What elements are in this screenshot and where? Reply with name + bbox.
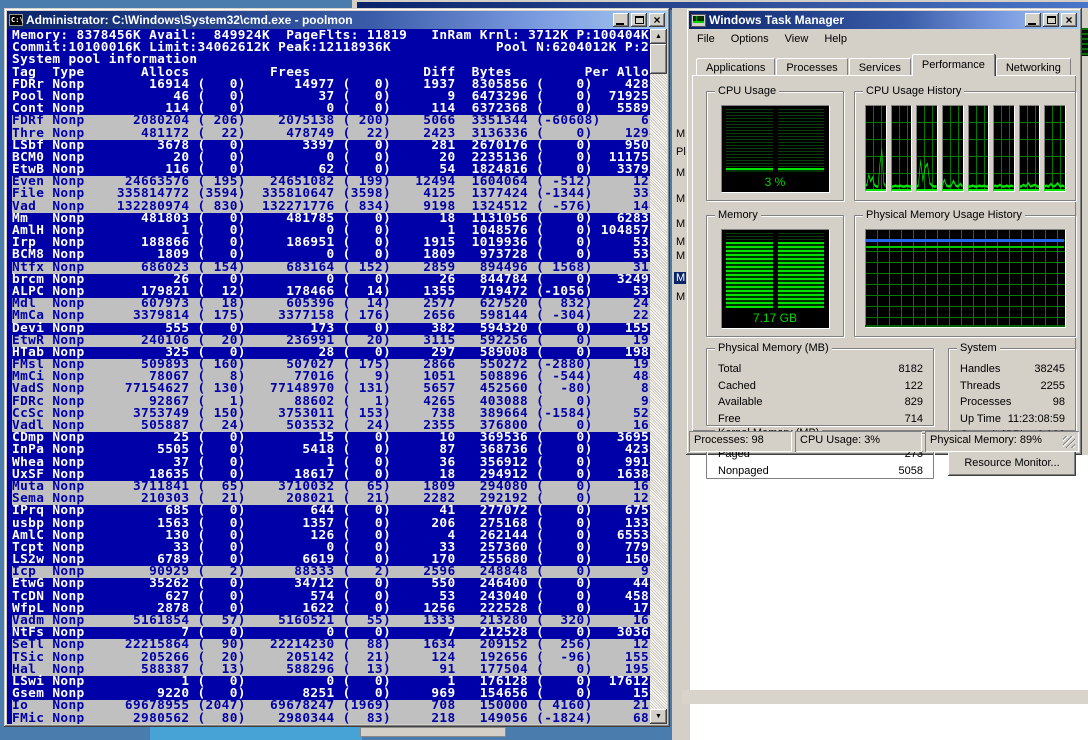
stat-row-nonpaged: Nonpaged 5058 [718, 464, 923, 477]
tab-services[interactable]: Services [848, 58, 911, 76]
cmd-window-title: Administrator: C:\Windows\System32\cmd.e… [26, 13, 353, 27]
memory-label: Memory [715, 209, 761, 221]
cmd-titlebar[interactable]: C:\ Administrator: C:\Windows\System32\c… [7, 11, 667, 29]
cmd-window: C:\ Administrator: C:\Windows\System32\c… [4, 8, 670, 727]
scrollbar-thumb[interactable] [650, 44, 667, 74]
resize-grip[interactable] [1063, 436, 1075, 448]
memory-history-group: Physical Memory Usage History [854, 209, 1076, 337]
tab-applications[interactable]: Applications [696, 58, 776, 76]
arrow-up-icon: ▲ [655, 33, 662, 40]
status-bar: Processes: 98 CPU Usage: 3% Physical Mem… [689, 428, 1079, 452]
cpu-usage-label: CPU Usage [715, 85, 780, 97]
memory-value: 7.17 GB [752, 311, 798, 325]
cmd-icon: C:\ [9, 14, 24, 26]
task-manager-titlebar[interactable]: Windows Task Manager × [689, 11, 1079, 29]
stat-row-up-time: Up Time 11:23:08:59 [960, 412, 1065, 425]
cpu-gauge: 3 % [721, 105, 829, 192]
cmd-minimize-button[interactable] [613, 13, 629, 27]
cpu-usage-value: 3 % [764, 175, 786, 189]
memory-group: Memory 7.17 GB [706, 209, 844, 337]
tm-minimize-button[interactable] [1025, 13, 1041, 27]
cpu-history-panel-4 [941, 105, 963, 191]
close-icon: × [653, 13, 661, 27]
task-manager-window: Windows Task Manager × File Options View… [686, 8, 1082, 479]
tab-processes[interactable]: Processes [776, 58, 848, 76]
status-cpu-usage: CPU Usage: 3% [795, 431, 922, 452]
minimize-icon [616, 23, 624, 25]
memory-gauge: 7.17 GB [721, 229, 829, 328]
maximize-icon [1046, 16, 1056, 24]
cpu-history-label: CPU Usage History [863, 85, 965, 97]
tab-strip: Applications Processes Services Performance… [696, 54, 1076, 94]
physical-memory-group: Physical Memory (MB) Total 8182 Cached 122 A… [706, 342, 934, 426]
scroll-down-button[interactable]: ▼ [650, 709, 667, 724]
memory-history-blue-line [866, 238, 1064, 242]
desktop-bottom-strip [150, 727, 362, 740]
cpu-history-panel-7 [1018, 105, 1040, 191]
stat-row-total: Total 8182 [718, 363, 923, 375]
resource-monitor-button[interactable]: Resource Monitor... [948, 450, 1076, 476]
stat-row-cached: Cached 122 [718, 379, 923, 392]
task-manager-icon [691, 13, 706, 27]
menu-file[interactable]: File [689, 31, 723, 47]
memory-history-label: Physical Memory Usage History [863, 209, 1025, 221]
cpu-history-panel-1 [865, 105, 886, 191]
cpu-history-panels [865, 105, 1065, 191]
stat-row-available: Available 829 [718, 396, 923, 408]
arrow-down-icon: ▼ [655, 713, 662, 720]
maximize-icon [634, 16, 644, 24]
cmd-close-button[interactable]: × [649, 13, 665, 27]
cmd-maximize-button[interactable] [631, 13, 647, 27]
scroll-up-button[interactable]: ▲ [650, 29, 667, 44]
cpu-led-area [726, 109, 824, 172]
console-area[interactable]: Memory: 8378456K Avail: 849924K PageFlts… [7, 29, 667, 724]
console-scrollbar[interactable]: ▲ ▼ [650, 29, 667, 724]
console-output: Memory: 8378456K Avail: 849924K PageFlts… [12, 29, 666, 724]
cpu-history-group: CPU Usage History [854, 85, 1076, 201]
memory-history-green-line [866, 246, 1064, 249]
tab-networking[interactable]: Networking [995, 58, 1071, 76]
close-icon: × [1065, 13, 1073, 27]
tm-maximize-button[interactable] [1043, 13, 1059, 27]
cpu-usage-group: CPU Usage 3 % [706, 85, 844, 201]
cpu-history-panel-2 [890, 105, 912, 191]
menu-help[interactable]: Help [816, 31, 855, 47]
minimize-icon [1028, 23, 1036, 25]
stat-row-free: Free 714 [718, 412, 923, 425]
physical-memory-label: Physical Memory (MB) [715, 342, 832, 354]
stat-row-threads: Threads 2255 [960, 379, 1065, 392]
cpu-history-panel-6 [993, 105, 1014, 191]
system-label: System [957, 342, 1000, 354]
task-manager-title: Windows Task Manager [709, 13, 845, 27]
menu-bar: File Options View Help [689, 30, 1079, 48]
cpu-history-panel-5 [967, 105, 989, 191]
system-group: System Handles 38245 Threads 2255 Processes 9… [948, 342, 1076, 441]
menu-options[interactable]: Options [723, 31, 777, 47]
tab-performance[interactable]: Performance [911, 54, 995, 76]
cpu-history-panel-8 [1044, 105, 1065, 191]
pool-row-FMic: FMic Nonp 2980562 ( 80) 2980344 ( 83) 21… [12, 712, 666, 724]
stat-row-handles: Handles 38245 [960, 363, 1065, 375]
status-processes: Processes: 98 [689, 431, 792, 452]
performance-page: CPU Usage 3 % CPU Usage History Memory 7… [692, 75, 1076, 479]
cpu-history-panel-3 [916, 105, 937, 191]
status-physical-memory: Physical Memory: 89% [925, 431, 1079, 452]
background-window-bottom-stub [360, 727, 506, 737]
desktop: M Pl M M M M M M M C:\ Administrator: C:\Windows… [0, 0, 1088, 740]
stat-row-processes: Processes 98 [960, 396, 1065, 408]
memory-history-panel [865, 229, 1065, 327]
menu-view[interactable]: View [777, 31, 817, 47]
background-window-band [682, 690, 1088, 704]
background-graph-sliver [1082, 28, 1088, 56]
memory-led-area [726, 233, 824, 308]
tm-close-button[interactable]: × [1061, 13, 1077, 27]
